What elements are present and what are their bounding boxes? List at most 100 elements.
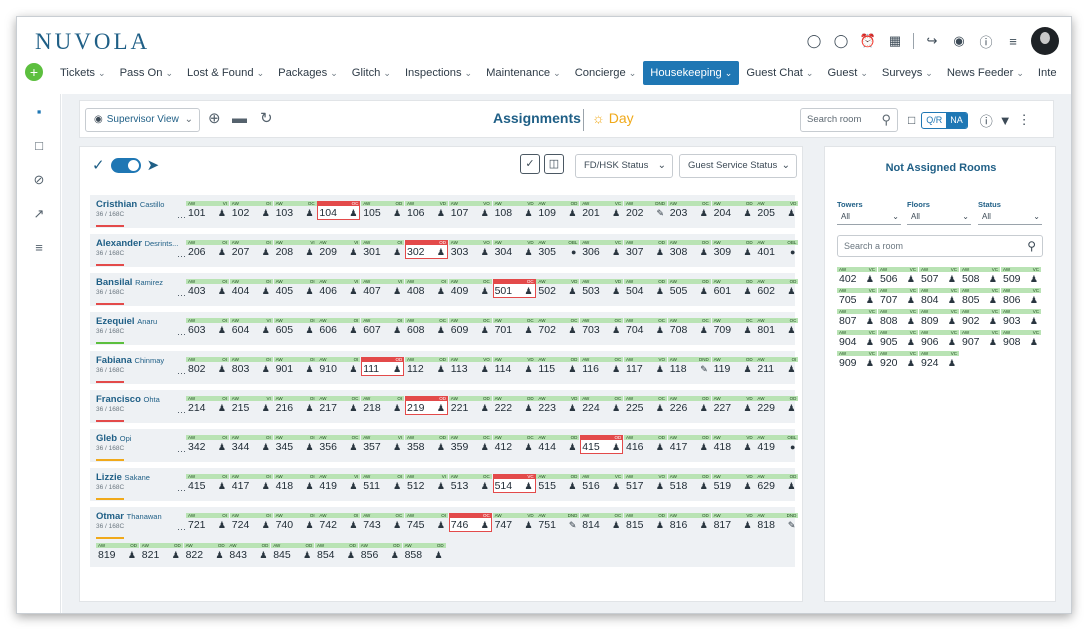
book-icon[interactable]: □ [30, 138, 48, 156]
nav-item-tickets[interactable]: Tickets ⌄ [53, 61, 113, 85]
room-tile[interactable]: AW VC 201 ♟ [580, 201, 624, 220]
room-tile[interactable]: OD 415 ♟ [580, 435, 624, 454]
room-tile[interactable]: AW OI 218 ♟ [361, 396, 405, 415]
avatar[interactable] [1031, 27, 1059, 55]
room-tile[interactable]: AW OC 409 ♟ [448, 279, 492, 298]
help-icon[interactable]: ⓘ [980, 111, 993, 130]
room-tile[interactable]: AW VI 407 ♟ [361, 279, 405, 298]
nav-item-glitch[interactable]: Glitch ⌄ [345, 61, 398, 85]
room-tile[interactable]: AW OD 109 ♟ [536, 201, 580, 220]
room-tile[interactable]: AW VD 503 ♟ [580, 279, 624, 298]
room-tile[interactable]: AW OI 206 ♟ [186, 240, 229, 259]
room-tile[interactable]: AW OI 207 ♟ [229, 240, 273, 259]
status-select[interactable]: All ⌄ [978, 210, 1042, 225]
room-tile[interactable]: AW OI 345 ♟ [273, 435, 317, 454]
room-tile[interactable]: AW VO 303 ♟ [448, 240, 492, 259]
room-tile[interactable]: AW OI 605 ♟ [273, 318, 317, 337]
settings-sliders-icon[interactable]: ≡ [1004, 32, 1022, 50]
fd-hsk-status-filter[interactable]: FD/HSK Status ⌄ [575, 154, 673, 178]
more-icon[interactable]: ··· [177, 485, 186, 495]
more-icon[interactable]: ··· [177, 212, 186, 222]
room-tile[interactable]: AW OD 204 ♟ [711, 201, 755, 220]
filter-icon[interactable]: ▼ [999, 113, 1012, 128]
room-tile[interactable]: AW VC 904 ♟ [837, 330, 877, 349]
room-tile[interactable]: AW OD 601 ♟ [711, 279, 755, 298]
nav-item-pass-on[interactable]: Pass On ⌄ [113, 61, 180, 85]
housekeeping-icon[interactable]: ▪ [30, 104, 48, 122]
room-tile[interactable]: AW VI 419 ♟ [317, 474, 361, 493]
day-shift-label[interactable]: ☼ Day [592, 110, 634, 126]
nav-item-concierge[interactable]: Concierge ⌄ [568, 61, 644, 85]
room-tile[interactable]: AW OI 214 ♟ [186, 396, 229, 415]
na-option[interactable]: NA [946, 112, 967, 128]
room-tile[interactable]: AW VC 905 ♟ [878, 330, 918, 349]
room-tile[interactable]: AW OD 119 ♟ [711, 357, 755, 376]
room-tile[interactable]: AW OI 405 ♟ [273, 279, 317, 298]
room-tile[interactable]: AW VD 519 ♟ [711, 474, 755, 493]
room-tile[interactable]: AW VI 208 ♟ [273, 240, 317, 259]
towers-select[interactable]: All ⌄ [837, 210, 901, 225]
room-tile[interactable]: AW VD 108 ♟ [492, 201, 536, 220]
room-tile[interactable]: AW OC 801 ♟ [755, 318, 799, 337]
room-tile[interactable]: AW OI 721 ♟ [186, 513, 229, 532]
nav-item-inte[interactable]: Inte [1031, 61, 1064, 85]
room-tile[interactable]: AW OI 745 ♟ [405, 513, 448, 532]
room-tile[interactable]: AW OD 229 ♟ [755, 396, 799, 415]
refresh-icon[interactable]: ↻ [260, 109, 273, 129]
room-tile[interactable]: AW OI 910 ♟ [317, 357, 361, 376]
room-tile[interactable]: AW OD 816 ♟ [667, 513, 711, 532]
nav-item-news-feeder[interactable]: News Feeder ⌄ [940, 61, 1031, 85]
room-tile[interactable]: AW OD 417 ♟ [667, 435, 711, 454]
room-tile[interactable]: AW DND 118 ✎ [667, 357, 711, 376]
room-tile[interactable]: OC 746 ♟ [448, 513, 492, 532]
room-tile[interactable]: VC 514 ♟ [492, 474, 536, 493]
room-tile[interactable]: AW OD 822 ♟ [183, 543, 227, 562]
block-icon[interactable]: ⊘ [30, 172, 48, 190]
nav-item-packages[interactable]: Packages ⌄ [271, 61, 345, 85]
room-tile[interactable]: AW OI 742 ♟ [317, 513, 361, 532]
room-tile[interactable]: AW OI 607 ♟ [361, 318, 405, 337]
room-tile[interactable]: AW OD 504 ♟ [624, 279, 667, 298]
more-icon[interactable]: ··· [177, 524, 186, 534]
attendant-info[interactable]: Francisco Ohta 36 / 168C ··· [96, 394, 186, 422]
room-tile[interactable]: OC 501 ♟ [492, 279, 536, 298]
room-tile[interactable]: AW OI 740 ♟ [273, 513, 317, 532]
check-view-icon[interactable]: ✓ [520, 154, 540, 174]
room-tile[interactable]: AW OC 702 ♟ [536, 318, 580, 337]
room-tile[interactable]: AW OD 307 ♟ [624, 240, 667, 259]
room-tile[interactable]: AW OC 103 ♟ [273, 201, 317, 220]
room-tile[interactable]: AW VC 705 ♟ [837, 288, 877, 307]
room-tile[interactable]: AW OC 412 ♟ [492, 435, 536, 454]
attendant-info[interactable]: Gleb Opi 36 / 168C ··· [96, 433, 186, 461]
nav-item-surveys[interactable]: Surveys ⌄ [875, 61, 940, 85]
room-tile[interactable]: AW OD 821 ♟ [139, 543, 183, 562]
room-tile[interactable]: AW OBL 305 ● [536, 240, 580, 259]
room-tile[interactable]: AW OD 358 ♟ [405, 435, 448, 454]
room-tile[interactable]: AW OD 629 ♟ [755, 474, 799, 493]
room-tile[interactable]: AW VC 809 ♟ [919, 309, 959, 328]
room-tile[interactable]: AW VD 106 ♟ [405, 201, 448, 220]
room-tile[interactable]: AW OI 418 ♟ [273, 474, 317, 493]
nav-item-lost-found[interactable]: Lost & Found ⌄ [180, 61, 271, 85]
globe-icon[interactable]: ◉ [950, 32, 968, 50]
room-tile[interactable]: AW OI 606 ♟ [317, 318, 361, 337]
room-tile[interactable]: AW DND 818 ✎ [755, 513, 799, 532]
room-tile[interactable]: AW OD 414 ♟ [536, 435, 580, 454]
room-tile[interactable]: AW OC 513 ♟ [448, 474, 492, 493]
room-tile[interactable]: AW OC 225 ♟ [624, 396, 667, 415]
room-tile[interactable]: AW OBL 419 ● [755, 435, 799, 454]
room-tile[interactable]: AW VC 906 ♟ [919, 330, 959, 349]
add-icon[interactable]: + [25, 63, 43, 81]
room-tile[interactable]: AW OC 704 ♟ [624, 318, 667, 337]
room-tile[interactable]: AW OD 602 ♟ [755, 279, 799, 298]
more-icon[interactable]: ⋮ [1018, 112, 1031, 128]
room-tile[interactable]: AW VC 402 ♟ [837, 267, 877, 286]
room-tile[interactable]: AW VC 507 ♟ [919, 267, 959, 286]
room-tile[interactable]: AW VD 304 ♟ [492, 240, 536, 259]
guest-service-status-filter[interactable]: Guest Service Status ⌄ [679, 154, 797, 178]
chat-bubble-icon[interactable]: ◯ [805, 32, 823, 50]
room-tile[interactable]: AW VO 117 ♟ [624, 357, 667, 376]
more-icon[interactable]: ··· [177, 407, 186, 417]
room-tile[interactable]: AW DND 751 ✎ [536, 513, 580, 532]
room-tile[interactable]: AW VC 306 ♟ [580, 240, 624, 259]
